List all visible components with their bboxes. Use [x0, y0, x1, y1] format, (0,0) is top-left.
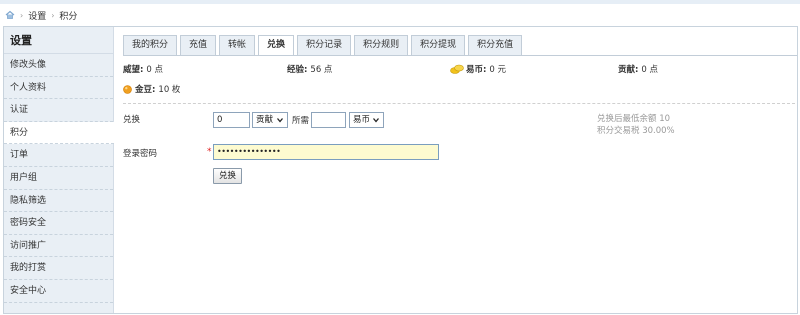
tab-points-rules[interactable]: 积分规则	[354, 35, 409, 55]
breadcrumb-item-settings[interactable]: 设置	[28, 9, 46, 22]
sidebar-item-password[interactable]: 密码安全	[4, 212, 113, 235]
sidebar-item-rewards[interactable]: 我的打赏	[4, 257, 113, 280]
stat-prestige: 威望: 0 点	[123, 63, 163, 75]
stat-beans: 金豆: 10 枚	[123, 83, 180, 95]
stat-experience: 经验: 56 点	[287, 63, 332, 75]
exchange-label: 兑换	[123, 115, 141, 125]
gold-bean-icon	[123, 84, 132, 94]
top-bar	[0, 0, 800, 4]
chevron-right-icon: ›	[51, 10, 55, 20]
tab-recharge[interactable]: 充值	[180, 35, 217, 55]
sidebar-item-promotion[interactable]: 访问推广	[4, 235, 113, 258]
content-frame: 设置 修改头像 个人资料 认证 积分 订单 用户组 隐私筛选 密码安全 访问推广…	[3, 26, 798, 314]
exchange-to-select[interactable]: 易币	[349, 112, 384, 128]
main-panel: 我的积分 充值 转帐 兑换 积分记录 积分规则 积分提现 积分充值 威望: 0 …	[115, 27, 797, 313]
tab-points-withdraw[interactable]: 积分提现	[411, 35, 466, 55]
password-label: 登录密码	[123, 149, 158, 159]
breadcrumb-item-points[interactable]: 积分	[59, 9, 77, 22]
sidebar-item-privacy[interactable]: 隐私筛选	[4, 190, 113, 213]
stat-experience-value: 56 点	[310, 65, 333, 75]
sidebar-item-profile[interactable]: 个人资料	[4, 77, 113, 100]
required-amount-input[interactable]	[311, 112, 346, 128]
sidebar-item-points[interactable]: 积分	[4, 121, 114, 145]
sidebar: 设置 修改头像 个人资料 认证 积分 订单 用户组 隐私筛选 密码安全 访问推广…	[4, 27, 114, 313]
sidebar-item-avatar[interactable]: 修改头像	[4, 54, 113, 77]
exchange-submit-button[interactable]: 兑换	[213, 168, 243, 184]
chevron-down-icon	[373, 118, 379, 123]
tab-transfer[interactable]: 转帐	[219, 35, 256, 55]
exchange-from-value: 贡献	[256, 115, 274, 125]
stat-contribution-label: 贡献:	[618, 65, 639, 75]
chevron-down-icon	[277, 118, 283, 123]
stat-experience-label: 经验:	[287, 65, 308, 75]
exchange-hint: 兑换后最低余额 10 积分交易税 30.00%	[597, 113, 675, 137]
tab-bar: 我的积分 充值 转帐 兑换 积分记录 积分规则 积分提现 积分充值	[123, 35, 525, 56]
required-mark: *	[207, 147, 212, 157]
chevron-right-icon: ›	[20, 10, 24, 20]
stat-coins-value: 0 元	[489, 65, 507, 75]
password-field[interactable]: •••••••••••••••	[213, 144, 439, 160]
tab-points-topup[interactable]: 积分充值	[468, 35, 523, 55]
sidebar-title: 设置	[4, 27, 113, 54]
tab-my-points[interactable]: 我的积分	[123, 35, 178, 55]
min-balance-hint: 兑换后最低余额 10	[597, 114, 671, 124]
stat-beans-label: 金豆:	[135, 85, 156, 95]
coins-icon	[450, 64, 464, 74]
stat-coins-label: 易币:	[466, 65, 487, 75]
tax-hint: 积分交易税 30.00%	[597, 126, 675, 136]
tab-exchange[interactable]: 兑换	[258, 35, 295, 56]
sidebar-item-orders[interactable]: 订单	[4, 144, 113, 167]
sidebar-item-verification[interactable]: 认证	[4, 99, 113, 122]
home-icon[interactable]	[5, 10, 15, 20]
tab-divider	[123, 55, 797, 56]
stat-prestige-value: 0 点	[146, 65, 164, 75]
tab-points-log[interactable]: 积分记录	[297, 35, 352, 55]
required-label: 所需	[292, 116, 310, 126]
stat-coins: 易币: 0 元	[450, 63, 506, 75]
section-divider	[123, 103, 795, 104]
exchange-to-value: 易币	[353, 115, 371, 125]
stat-prestige-label: 威望:	[123, 65, 144, 75]
stat-contribution-value: 0 点	[641, 65, 659, 75]
sidebar-item-usergroup[interactable]: 用户组	[4, 167, 113, 190]
exchange-amount-input[interactable]: 0	[213, 112, 250, 128]
stat-contribution: 贡献: 0 点	[618, 63, 658, 75]
exchange-from-select[interactable]: 贡献	[252, 112, 288, 128]
breadcrumb: › 设置 › 积分	[5, 9, 77, 22]
sidebar-item-security[interactable]: 安全中心	[4, 280, 113, 303]
stat-beans-value: 10 枚	[158, 85, 181, 95]
